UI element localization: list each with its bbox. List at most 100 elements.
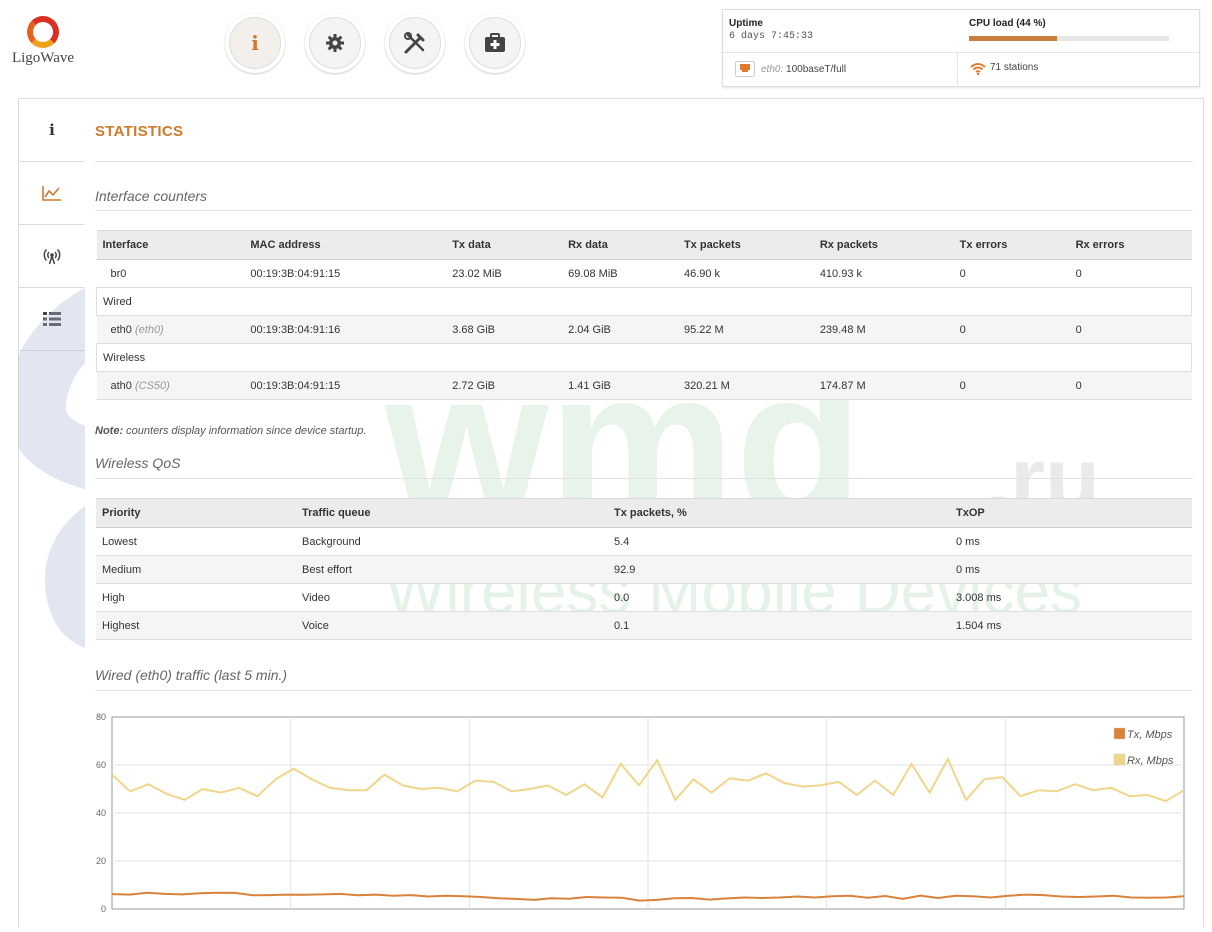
sidebar-item-info[interactable]: i [19,99,85,162]
column-header[interactable]: Tx packets [677,230,814,260]
table-row: Lowest Background 5.4 0 ms [96,527,1192,556]
table-header-row: Priority Traffic queue Tx packets, % TxO… [96,498,1192,528]
mac-cell: 00:19:3B:04:91:16 [244,315,447,344]
legend-label: Rx, Mbps [1127,755,1174,767]
queue-cell: Video [296,583,608,612]
y-tick-label: 40 [96,808,106,818]
column-header[interactable]: Rx errors [1069,230,1192,260]
eth-interface-name: eth0: [761,63,784,75]
sidebar-item-statistics[interactable] [19,162,86,225]
wifi-icon [970,63,986,75]
wireless-qos-table: Priority Traffic queue Tx packets, % TxO… [96,498,1192,640]
uptime-label: Uptime [729,18,763,29]
interface-counters-table: Interface MAC address Tx data Rx data Tx… [96,230,1192,400]
column-header[interactable]: Tx packets, % [608,498,950,528]
statistics-chart-icon [42,186,61,201]
main-panel: wmd .ru Wireless Mobile Devices STATISTI… [85,98,1204,927]
nav-settings-button[interactable] [305,13,365,73]
status-panel: Uptime 6 days 7:45:33 CPU load (44 %) et… [722,9,1200,87]
interface-name: br0 [110,267,127,280]
group-row-wireless: Wireless [96,343,1192,372]
table-header-row: Interface MAC address Tx data Rx data Tx… [96,230,1192,260]
tx-percent-cell: 0.1 [608,611,950,640]
cpu-load-bar [969,36,1169,41]
sidebar: i [18,98,86,927]
info-icon: i [251,31,259,55]
sidebar-item-list[interactable] [19,288,85,351]
note-label: Note: [95,425,124,437]
interface-alias: (eth0) [134,323,164,336]
nav-info-button[interactable]: i [225,13,285,73]
ligowave-logo[interactable]: LigoWave [0,10,86,67]
column-header[interactable]: TxOP [950,498,1192,528]
rx-errors-cell: 0 [1069,315,1192,344]
legend-label: Tx, Mbps [1127,729,1173,741]
eth-link-state: 100baseT/full [786,63,847,75]
tx-errors-cell: 0 [953,371,1070,400]
rx-data-cell: 2.04 GiB [562,315,678,344]
txop-cell: 0 ms [950,527,1192,556]
legend-swatch [1113,727,1126,740]
wireless-stations-status[interactable]: 71 stations [957,53,1038,86]
txop-cell: 1.504 ms [950,611,1192,640]
ethernet-port-icon [735,61,755,77]
tools-icon [404,32,425,54]
column-header[interactable]: Tx data [446,230,563,260]
section-divider [95,478,1193,479]
rx-data-cell: 1.41 GiB [562,371,678,400]
brand-name: LigoWave [11,50,75,66]
note-text: counters display information since devic… [123,425,367,437]
rx-packets-cell: 410.93 k [813,259,954,288]
tx-errors-cell: 0 [953,315,1070,344]
interface-name-cell: br0 [96,259,245,288]
wireless-signal-icon [43,248,61,265]
column-header[interactable]: Traffic queue [296,498,608,528]
group-label: Wireless [96,343,1192,372]
traffic-chart-svg: 0 20 40 60 80 Tx, Mbps Rx, Mbps [96,712,1185,914]
table-row: Highest Voice 0.1 1.504 ms [96,611,1192,640]
column-header[interactable]: Rx data [562,230,678,260]
table-row: Medium Best effort 92.9 0 ms [96,555,1192,584]
y-tick-label: 20 [96,856,106,866]
column-header[interactable]: Tx errors [953,230,1070,260]
tx-data-cell: 3.68 GiB [446,315,563,344]
stations-count: 71 stations [990,62,1039,73]
interface-name-cell: eth0 (eth0) [96,315,245,344]
table-row: br0 00:19:3B:04:91:15 23.02 MiB 69.08 Mi… [96,259,1192,288]
column-header[interactable]: Priority [96,498,296,528]
priority-cell: Lowest [96,527,296,556]
tx-percent-cell: 92.9 [608,555,950,584]
nav-tools-button[interactable] [385,13,445,73]
wired-traffic-heading: Wired (eth0) traffic (last 5 min.) [95,667,288,683]
group-label: Wired [96,287,1192,316]
cpu-load-fill [969,36,1057,41]
list-icon [43,312,61,326]
traffic-chart: 0 20 40 60 80 Tx, Mbps Rx, Mbps [85,707,1195,927]
nav-support-button[interactable] [465,13,525,73]
sidebar-item-wireless[interactable] [19,225,85,288]
tx-data-cell: 23.02 MiB [446,259,563,288]
column-header[interactable]: Interface [96,230,245,260]
column-header[interactable]: Rx packets [813,230,954,260]
column-header[interactable]: MAC address [244,230,447,260]
cpu-load-label: CPU load (44 %) [969,18,1046,29]
priority-cell: High [96,583,296,612]
tx-packets-cell: 95.22 M [677,315,814,344]
table-row: eth0 (eth0) 00:19:3B:04:91:16 3.68 GiB 2… [96,315,1192,344]
ethernet-status[interactable]: eth0: 100baseT/full [735,61,846,77]
counters-note: Note: counters display information since… [95,425,366,437]
tx-percent-cell: 0.0 [608,583,950,612]
queue-cell: Background [296,527,608,556]
tx-percent-cell: 5.4 [608,527,950,556]
legend-swatch [1113,753,1126,766]
table-row: ath0 (CS50) 00:19:3B:04:91:15 2.72 GiB 1… [96,371,1192,400]
wireless-qos-heading: Wireless QoS [95,455,181,471]
interface-name-cell: ath0 (CS50) [96,371,245,400]
y-tick-label: 0 [101,904,106,914]
interface-counters-heading: Interface counters [95,188,208,204]
info-icon: i [49,121,55,139]
ligowave-logo-mark [27,16,59,48]
interface-alias: (CS50) [134,379,170,392]
uptime-value: 6 days 7:45:33 [729,31,814,42]
y-tick-label: 80 [96,712,106,722]
